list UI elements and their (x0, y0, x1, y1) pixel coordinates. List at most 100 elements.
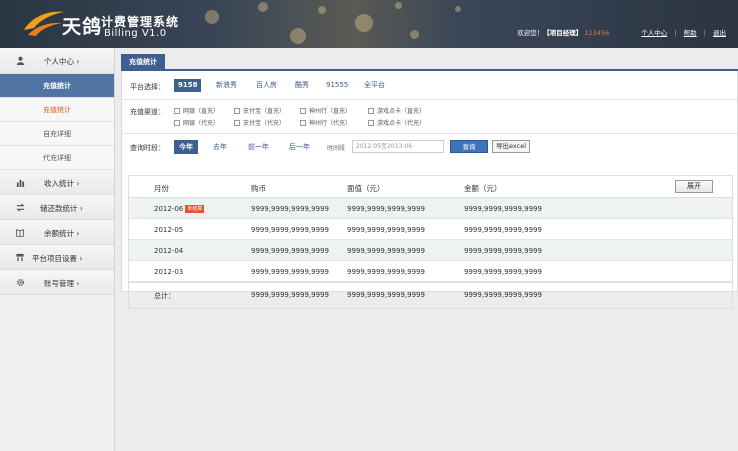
header-bokeh (395, 2, 402, 9)
chevron-right-icon: › (76, 279, 80, 288)
unsettled-badge: 未结算 (185, 205, 205, 213)
cell-amount: 9999,9999,9999,9999 (464, 205, 542, 213)
platform-option-9158[interactable]: 9158 (174, 79, 202, 92)
channel-checkbox[interactable]: 支付宝（代充） (234, 118, 285, 127)
gear-icon (15, 278, 25, 287)
channel-checkbox[interactable]: 支付宝（直充） (234, 106, 285, 115)
main-content: 充值统计 平台选择： 9158 新浪秀 百人房 酷秀 91555 全平台 充值渠… (121, 54, 738, 309)
query-button[interactable]: 查询 (450, 140, 488, 153)
table-total-row: 总计： 9999,9999,9999,9999 9999,9999,9999,9… (129, 282, 732, 308)
sidebar-group-label: 平台项目设置 › (32, 254, 83, 263)
sidebar-item-recharge-stats[interactable]: 充值统计 (0, 74, 114, 98)
time-option-last-year[interactable]: 去年 (208, 140, 232, 154)
date-range-input[interactable]: 2012-05至2013-06 (352, 140, 444, 153)
channel-checkbox[interactable]: 游戏点卡（直充） (368, 106, 425, 115)
help-link[interactable]: 帮助 (684, 29, 697, 37)
time-option-next-year[interactable]: 后一年 (284, 140, 315, 154)
sidebar-group-label: 储还款统计 › (40, 204, 83, 213)
sidebar-group-platform-settings[interactable]: 平台项目设置 › (0, 245, 114, 270)
channel-checkbox[interactable]: 游戏点卡（代充） (368, 118, 425, 127)
time-option-prev-year[interactable]: 前一年 (243, 140, 274, 154)
platform-option-sina[interactable]: 新浪秀 (212, 79, 241, 92)
cell-coins: 9999,9999,9999,9999 (251, 268, 329, 276)
cell-coins: 9999,9999,9999,9999 (251, 205, 329, 213)
user-bar: 欢迎您！【项目经理】 123456 个人中心 | 帮助 | 退出 (517, 27, 726, 37)
cell-amount: 9999,9999,9999,9999 (464, 226, 542, 234)
sidebar-item-recharge-stats-sub[interactable]: 充值统计 (0, 98, 114, 122)
cell-coins: 9999,9999,9999,9999 (251, 247, 329, 255)
time-option-this-year[interactable]: 今年 (174, 140, 198, 154)
logout-link[interactable]: 退出 (713, 29, 726, 37)
platform-option-all[interactable]: 全平台 (360, 79, 389, 92)
sidebar-group-personal[interactable]: 个人中心 › (0, 48, 114, 74)
column-header-face-value: 面值（元） (347, 184, 385, 193)
table-row[interactable]: 2012-04 9999,9999,9999,9999 9999,9999,99… (129, 240, 732, 261)
sidebar-group-balance[interactable]: 余额统计 › (0, 220, 114, 245)
tab-recharge-stats[interactable]: 充值统计 (121, 54, 165, 71)
total-face-value: 9999,9999,9999,9999 (347, 291, 425, 299)
sidebar-item-self-recharge-detail[interactable]: 自充详细 (0, 122, 114, 146)
stats-panel: 平台选择： 9158 新浪秀 百人房 酷秀 91555 全平台 充值渠道： 网银… (121, 71, 738, 309)
sidebar-group-account[interactable]: 账号管理 › (0, 270, 114, 295)
bar-chart-icon (15, 178, 25, 187)
cell-amount: 9999,9999,9999,9999 (464, 247, 542, 255)
divider (122, 99, 737, 100)
channel-checkbox[interactable]: 神州行（直充） (300, 106, 351, 115)
cell-face-value: 9999,9999,9999,9999 (347, 247, 425, 255)
user-role: 【项目经理】 (543, 29, 583, 37)
range-label: 时间段 (327, 145, 346, 152)
total-coins: 9999,9999,9999,9999 (251, 291, 329, 299)
chevron-right-icon: › (76, 57, 80, 66)
platform-icon (15, 253, 25, 262)
user-id: 123456 (584, 29, 610, 37)
welcome-text: 欢迎您！ (517, 29, 544, 37)
sidebar-item-proxy-recharge-detail[interactable]: 代充详细 (0, 146, 114, 170)
cell-face-value: 9999,9999,9999,9999 (347, 268, 425, 276)
sidebar-group-label: 余额统计 › (44, 229, 80, 238)
divider (122, 133, 737, 134)
table-row[interactable]: 2012-06 未结算 9999,9999,9999,9999 9999,9999… (129, 198, 732, 219)
cell-amount: 9999,9999,9999,9999 (464, 268, 542, 276)
platform-label: 平台选择： (130, 83, 165, 91)
sidebar-group-repayment[interactable]: 储还款统计 › (0, 195, 114, 220)
column-header-amount: 金额（元） (464, 184, 502, 193)
app-header: 天鸽 计费管理系统 Billing V1.0 欢迎您！【项目经理】 123456… (0, 0, 738, 48)
chevron-right-icon: › (79, 254, 83, 263)
platform-filter-row: 平台选择： 9158 新浪秀 百人房 酷秀 91555 全平台 (130, 79, 730, 92)
header-bokeh (318, 6, 326, 14)
cell-month: 2012-06 未结算 (154, 205, 205, 213)
channel-checkbox[interactable]: 网银（直充） (174, 106, 219, 115)
cell-month: 2012-04 (154, 247, 184, 255)
sidebar-group-label: 收入统计 › (44, 179, 80, 188)
brand-name: 天鸽 (62, 16, 103, 38)
transfer-icon (15, 203, 25, 212)
channel-checkbox[interactable]: 神州行（代充） (300, 118, 351, 127)
table-header: 月份 购币 面值（元） 金额（元） 展开 (129, 176, 732, 198)
header-bokeh (205, 10, 219, 24)
platform-option-bairenfang[interactable]: 百人房 (252, 79, 281, 92)
cell-coins: 9999,9999,9999,9999 (251, 226, 329, 234)
chevron-right-icon: › (76, 229, 80, 238)
sidebar-group-label: 个人中心 › (44, 57, 80, 66)
sidebar-group-income[interactable]: 收入统计 › (0, 170, 114, 195)
header-bokeh (455, 6, 461, 12)
cell-month: 2012-03 (154, 268, 184, 276)
system-version: Billing V1.0 (104, 28, 167, 39)
sidebar: 个人中心 › 充值统计 充值统计 自充详细 代充详细 收入统计 › 储还款统计 … (0, 48, 115, 451)
user-icon (15, 56, 25, 65)
platform-option-kuxiu[interactable]: 酷秀 (291, 79, 313, 92)
column-header-coins: 购币 (251, 184, 266, 193)
time-filter-row: 查询时段： 今年 去年 前一年 后一年 时间段 2012-05至2013-06 … (130, 140, 730, 155)
platform-option-91555[interactable]: 91555 (322, 79, 352, 92)
book-icon (15, 228, 25, 238)
table-row[interactable]: 2012-05 9999,9999,9999,9999 9999,9999,99… (129, 219, 732, 240)
channel-checkbox[interactable]: 网银（代充） (174, 118, 219, 127)
chevron-right-icon: › (79, 204, 83, 213)
expand-button[interactable]: 展开 (675, 180, 713, 193)
personal-center-link[interactable]: 个人中心 (641, 29, 667, 37)
cell-face-value: 9999,9999,9999,9999 (347, 205, 425, 213)
cell-month: 2012-05 (154, 226, 184, 234)
separator: | (674, 29, 677, 37)
table-row[interactable]: 2012-03 9999,9999,9999,9999 9999,9999,99… (129, 261, 732, 282)
export-excel-button[interactable]: 导出excel (492, 140, 530, 153)
